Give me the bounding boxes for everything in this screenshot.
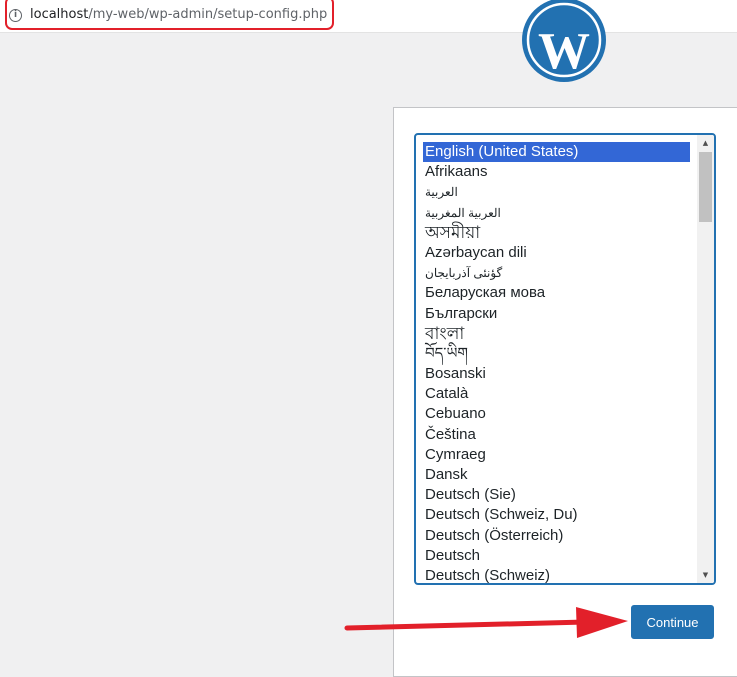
- language-option[interactable]: অসমীয়া: [423, 223, 690, 243]
- scroll-thumb[interactable]: [699, 152, 712, 222]
- svg-text:W: W: [538, 23, 590, 80]
- language-option[interactable]: Dansk: [423, 465, 690, 485]
- continue-button[interactable]: Continue: [631, 605, 714, 639]
- language-option[interactable]: Afrikaans: [423, 162, 690, 182]
- language-option[interactable]: Cymraeg: [423, 445, 690, 465]
- language-option[interactable]: Català: [423, 384, 690, 404]
- language-option[interactable]: Беларуская мова: [423, 283, 690, 303]
- language-select[interactable]: English (United States) Afrikaans العربية ا…: [414, 133, 716, 585]
- language-option[interactable]: Deutsch (Österreich): [423, 526, 690, 546]
- language-option[interactable]: Bosanski: [423, 364, 690, 384]
- language-option[interactable]: گؤنئی آذربایجان: [423, 263, 690, 283]
- url-highlight-box: [5, 0, 334, 30]
- language-option[interactable]: العربية: [423, 182, 690, 202]
- language-list-scrollbar[interactable]: ▲ ▼: [697, 135, 714, 583]
- language-options-list: English (United States) Afrikaans العربية ا…: [423, 142, 690, 583]
- wordpress-logo-icon[interactable]: W: [520, 0, 608, 84]
- language-option[interactable]: English (United States): [423, 142, 690, 163]
- language-option[interactable]: Azərbaycan dili: [423, 243, 690, 263]
- language-option[interactable]: བོད་ཡིག: [423, 344, 690, 364]
- language-option[interactable]: Deutsch (Schweiz): [423, 566, 690, 583]
- language-option[interactable]: Cebuano: [423, 404, 690, 424]
- scroll-up-icon[interactable]: ▲: [697, 135, 714, 151]
- language-option[interactable]: Deutsch: [423, 546, 690, 566]
- language-option[interactable]: العربية المغربية: [423, 203, 690, 223]
- language-option[interactable]: Deutsch (Schweiz, Du): [423, 505, 690, 525]
- language-option[interactable]: Български: [423, 304, 690, 324]
- language-option[interactable]: Deutsch (Sie): [423, 485, 690, 505]
- scroll-down-icon[interactable]: ▼: [697, 567, 714, 583]
- language-option[interactable]: বাংলা: [423, 324, 690, 344]
- language-option[interactable]: Čeština: [423, 425, 690, 445]
